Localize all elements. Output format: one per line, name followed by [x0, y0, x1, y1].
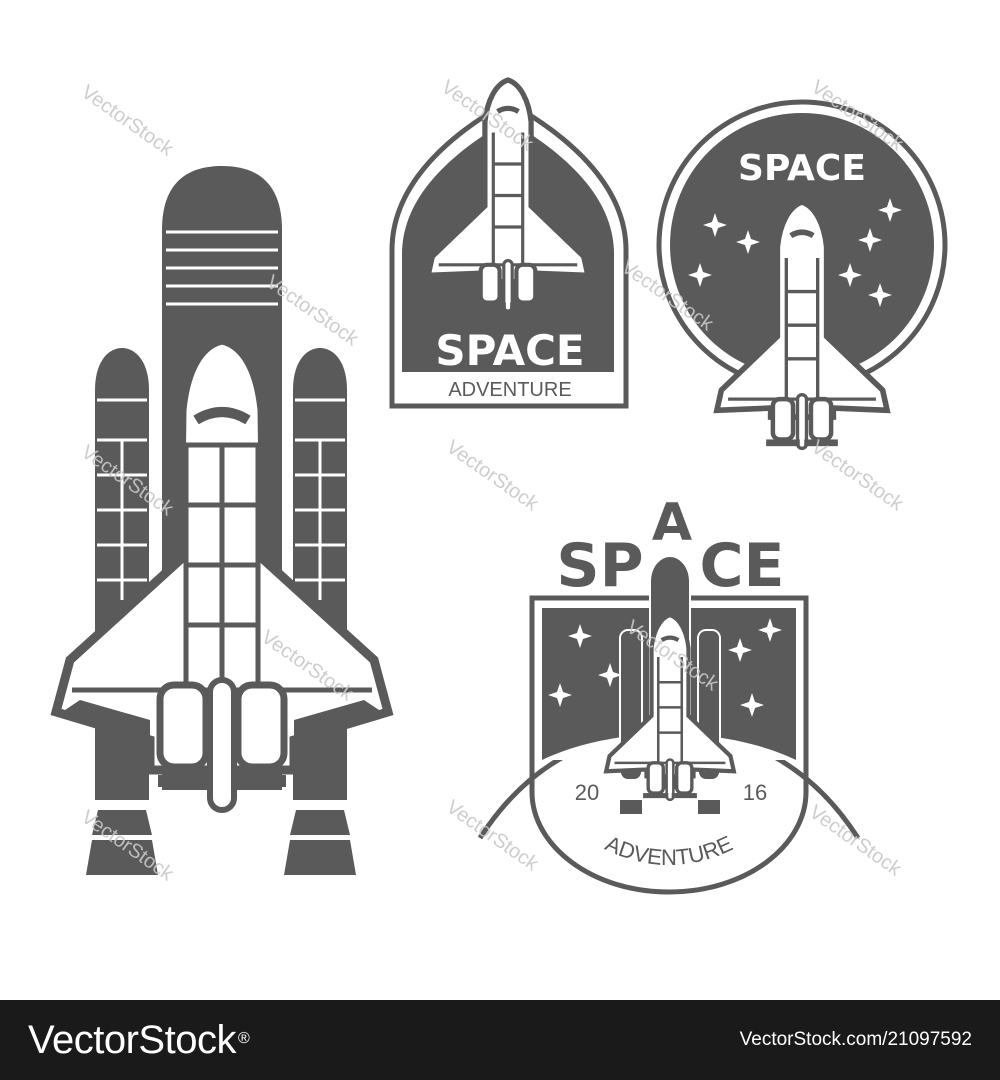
watermark-text: VectorStock: [442, 436, 543, 516]
artwork: SPACE ADVENTURE SPACE SP A CE 20 16 ADVE…: [0, 0, 1000, 1000]
square-badge-year-left: 20: [575, 780, 599, 805]
square-badge-title-left: SP: [556, 531, 643, 601]
square-badge-year-right: 16: [743, 780, 767, 805]
square-badge: SP A CE 20 16 ADVENTURE: [477, 493, 861, 895]
watermark-text: VectorStock: [807, 436, 908, 516]
arch-badge-title: SPACE: [435, 326, 584, 375]
square-badge-title-right: CE: [699, 531, 784, 601]
watermark-text: VectorStock: [77, 81, 178, 161]
arch-badge-subtitle: ADVENTURE: [448, 379, 571, 401]
footer-brand: VectorStock ®: [28, 1017, 250, 1063]
footer-brand-name: VectorStock: [28, 1017, 236, 1062]
footer-brand-mark: ®: [237, 1029, 250, 1047]
footer-bar: VectorStock ® VectorStock.com/21097592: [0, 1000, 1000, 1080]
watermark-text: VectorStock: [442, 796, 543, 876]
square-badge-title-a: A: [652, 493, 692, 553]
watermark-text: VectorStock: [805, 801, 906, 881]
footer-stock-id: VectorStock.com/21097592: [739, 1029, 972, 1050]
circle-badge-title: SPACE: [738, 148, 866, 189]
big-shuttle-illustration: [50, 166, 394, 875]
circle-badge: SPACE: [656, 99, 948, 448]
